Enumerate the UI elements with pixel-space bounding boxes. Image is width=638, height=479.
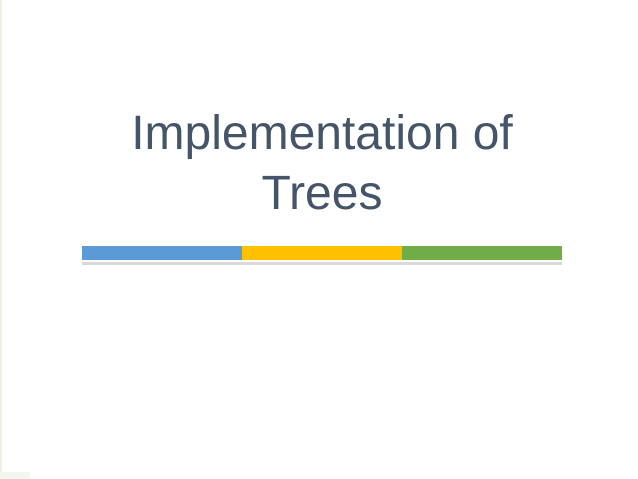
- slide-canvas: Implementation of Trees: [0, 0, 638, 479]
- color-bar-green-segment: [402, 246, 562, 260]
- slide-title-line-2: Trees: [261, 167, 383, 220]
- title-color-bar: [82, 246, 562, 260]
- slide-title-line-1: Implementation of: [131, 107, 513, 160]
- slide-title: Implementation of Trees: [82, 104, 562, 224]
- left-edge-border: [0, 0, 2, 479]
- bottom-left-corner-mark: [0, 472, 30, 479]
- title-underline: [82, 262, 562, 265]
- color-bar-blue-segment: [82, 246, 242, 260]
- color-bar-yellow-segment: [242, 246, 402, 260]
